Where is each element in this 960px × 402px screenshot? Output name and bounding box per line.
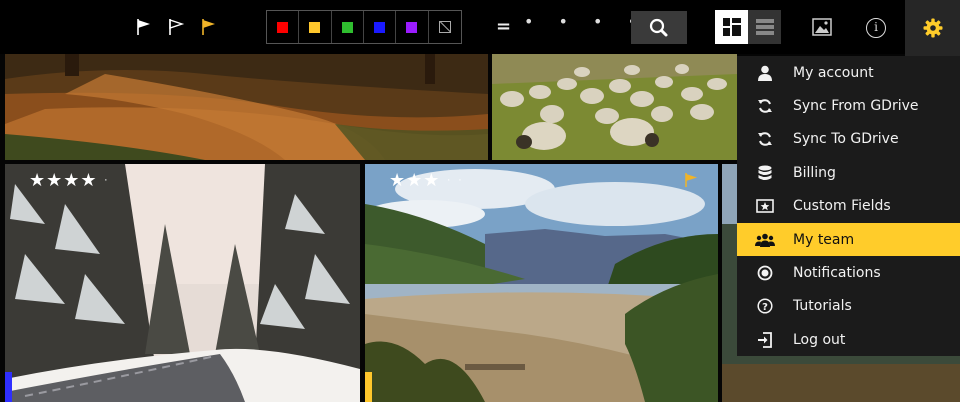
help-icon: ?	[737, 298, 793, 314]
menu-item-notifications[interactable]: Notifications	[737, 256, 960, 289]
menu-item-sync-from-gdrive[interactable]: Sync From GDrive	[737, 89, 960, 122]
menu-item-label: Custom Fields	[793, 198, 891, 215]
yellow-swatch	[309, 21, 321, 33]
menu-item-custom-fields[interactable]: Custom Fields	[737, 190, 960, 223]
photo-tile-forest-path[interactable]	[5, 54, 488, 160]
color-tag-blue	[5, 372, 12, 402]
gear-icon	[923, 18, 942, 38]
search-button[interactable]	[631, 11, 687, 44]
menu-item-label: Sync To GDrive	[793, 131, 899, 148]
photo-gallery-app: = • • • • • i ★★★★ · ★★★ ·· My account S…	[0, 0, 960, 402]
color-filter-none[interactable]	[429, 11, 461, 43]
menu-item-tutorials[interactable]: ? Tutorials	[737, 290, 960, 323]
rating-filled: ★★★	[389, 170, 441, 191]
view-mode-toggle	[715, 10, 781, 44]
menu-item-label: My team	[793, 231, 855, 248]
menu-item-sync-to-gdrive[interactable]: Sync To GDrive	[737, 123, 960, 156]
menu-item-my-account[interactable]: My account	[737, 56, 960, 89]
menu-item-billing[interactable]: Billing	[737, 156, 960, 189]
record-icon	[737, 265, 793, 281]
rating-operator[interactable]: =	[496, 16, 511, 37]
color-filter-purple[interactable]	[396, 11, 429, 43]
no-color-icon	[438, 21, 451, 33]
sync-icon	[737, 131, 793, 147]
info-icon[interactable]: i	[866, 18, 886, 38]
menu-item-label: Tutorials	[793, 298, 852, 315]
rating-stars[interactable]: ★★★★ ·	[29, 170, 115, 191]
blue-swatch	[374, 21, 386, 33]
flag-yellow-icon[interactable]	[683, 172, 699, 188]
menu-item-log-out[interactable]: Log out	[737, 323, 960, 356]
menu-item-label: Billing	[793, 164, 836, 181]
snowy-road-image	[5, 164, 360, 402]
toolbar: = • • • • • i	[0, 0, 960, 56]
database-icon	[737, 165, 793, 181]
menu-item-label: Sync From GDrive	[793, 98, 919, 115]
grid-icon	[722, 18, 741, 36]
color-tag-yellow	[365, 372, 372, 402]
flag-white-outline-icon[interactable]	[167, 17, 185, 37]
rating-empty: ·	[104, 175, 116, 187]
menu-item-label: Log out	[793, 331, 846, 348]
flag-yellow-icon[interactable]	[200, 17, 218, 37]
photo-tile-snowy-road[interactable]: ★★★★ ·	[5, 164, 360, 402]
color-filter-green[interactable]	[332, 11, 364, 43]
settings-dropdown-menu: My account Sync From GDrive Sync To GDrive…	[737, 56, 960, 356]
menu-item-label: My account	[793, 64, 874, 81]
color-filter-group	[266, 10, 462, 44]
grid-view-button[interactable]	[715, 10, 748, 44]
flag-white-filled-icon[interactable]	[135, 17, 153, 37]
search-icon	[649, 18, 668, 36]
menu-item-my-team[interactable]: My team	[737, 222, 960, 257]
svg-text:?: ?	[762, 302, 768, 313]
photo-tile-sheep[interactable]	[492, 54, 737, 160]
image-icon[interactable]	[812, 18, 832, 36]
list-view-button[interactable]	[748, 10, 781, 44]
user-icon	[737, 65, 793, 81]
menu-item-label: Notifications	[793, 265, 881, 282]
photo-tile-lake-valley[interactable]: ★★★ ··	[365, 164, 718, 402]
sheep-image	[492, 54, 737, 160]
forest-path-image	[5, 54, 488, 160]
purple-swatch	[406, 21, 418, 33]
red-swatch	[277, 21, 289, 33]
team-icon	[737, 233, 793, 247]
settings-button[interactable]	[905, 0, 960, 56]
sync-icon	[737, 98, 793, 114]
list-icon	[755, 19, 774, 35]
color-filter-blue[interactable]	[364, 11, 397, 43]
color-filter-red[interactable]	[267, 11, 300, 43]
green-swatch	[341, 21, 353, 33]
rating-stars[interactable]: ★★★ ··	[389, 170, 470, 191]
rating-filled: ★★★★	[29, 170, 98, 191]
color-filter-yellow[interactable]	[299, 11, 332, 43]
logout-icon	[737, 331, 793, 348]
lake-valley-image	[365, 164, 718, 402]
star-box-icon	[737, 199, 793, 214]
rating-empty: ··	[447, 175, 470, 187]
